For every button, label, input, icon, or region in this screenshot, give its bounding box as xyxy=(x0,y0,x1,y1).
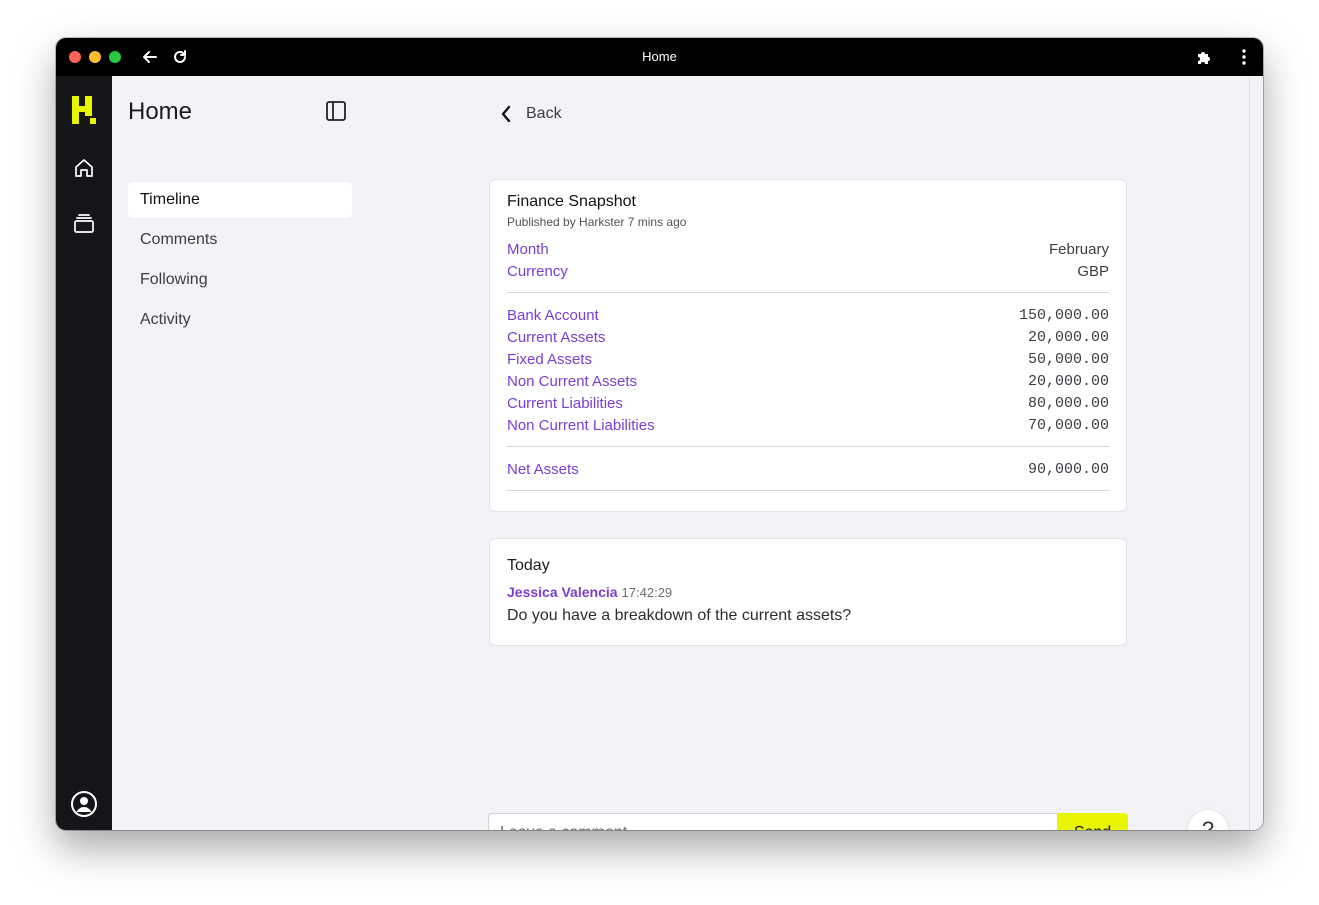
line-value: 20,000.00 xyxy=(1027,373,1109,390)
browser-titlebar: Home xyxy=(56,38,1263,76)
line-label: Non Current Assets xyxy=(507,373,638,390)
comment-author-name: Jessica Valencia xyxy=(507,584,618,600)
line-row-current-assets: Current Assets 20,000.00 xyxy=(507,329,1109,349)
comment-input[interactable] xyxy=(488,813,1058,830)
send-button[interactable]: Send xyxy=(1057,813,1128,830)
comment-composer: Send xyxy=(488,813,1128,830)
meta-row-month: Month February xyxy=(507,241,1109,261)
line-value: 70,000.00 xyxy=(1027,417,1109,434)
finance-snapshot-card: Finance Snapshot Published by Harkster 7… xyxy=(489,179,1127,512)
meta-value: GBP xyxy=(1077,263,1109,280)
line-row-current-liabilities: Current Liabilities 80,000.00 xyxy=(507,395,1109,415)
meta-value: February xyxy=(1048,241,1109,258)
line-value: 150,000.00 xyxy=(1018,307,1109,324)
line-label: Current Liabilities xyxy=(507,395,623,412)
sidebar-title: Home xyxy=(128,98,193,125)
sidebar-toggle-icon[interactable] xyxy=(325,100,347,122)
line-label: Fixed Assets xyxy=(507,351,593,368)
line-label: Non Current Liabilities xyxy=(507,417,655,434)
puzzle-icon[interactable] xyxy=(1194,47,1214,67)
scrollbar-track[interactable] xyxy=(1249,76,1250,830)
home-icon[interactable] xyxy=(72,156,96,180)
line-row-non-current-liabilities: Non Current Liabilities 70,000.00 xyxy=(507,417,1109,437)
meta-label: Currency xyxy=(507,263,568,280)
comments-day-heading: Today xyxy=(507,557,550,574)
help-button[interactable]: ? xyxy=(1188,810,1228,830)
comment-author[interactable]: Jessica Valencia 17:42:29 xyxy=(507,584,672,600)
app-window: Home Home Timeline Comments Following Ac… xyxy=(56,38,1263,830)
line-row-non-current-assets: Non Current Assets 20,000.00 xyxy=(507,373,1109,393)
window-title: Home xyxy=(642,49,677,64)
back-link[interactable]: Back xyxy=(500,102,562,126)
divider xyxy=(507,446,1109,447)
comments-card: Today Jessica Valencia 17:42:29 Do you ha… xyxy=(489,538,1127,646)
divider xyxy=(507,292,1109,293)
line-label: Current Assets xyxy=(507,329,606,346)
total-label: Net Assets xyxy=(507,461,579,478)
line-value: 50,000.00 xyxy=(1027,351,1109,368)
comment-text: Do you have a breakdown of the current a… xyxy=(507,607,852,624)
back-label: Back xyxy=(526,105,562,122)
comment-timestamp: 17:42:29 xyxy=(621,585,673,600)
line-value: 20,000.00 xyxy=(1027,329,1109,346)
card-title: Finance Snapshot xyxy=(507,193,636,210)
sidebar-item-following[interactable]: Following xyxy=(128,262,352,298)
line-row-bank-account: Bank Account 150,000.00 xyxy=(507,307,1109,327)
secondary-sidebar: Home Timeline Comments Following Activit… xyxy=(112,76,368,830)
card-subtitle: Published by Harkster 7 mins ago xyxy=(507,215,687,229)
line-value: 80,000.00 xyxy=(1027,395,1109,412)
total-value: 90,000.00 xyxy=(1027,461,1109,478)
sidebar-item-timeline[interactable]: Timeline xyxy=(128,182,352,218)
app-rail xyxy=(56,76,112,830)
kebab-menu-icon[interactable] xyxy=(1234,47,1254,67)
user-circle-icon[interactable] xyxy=(70,790,98,818)
total-row-net-assets: Net Assets 90,000.00 xyxy=(507,461,1109,481)
meta-label: Month xyxy=(507,241,549,258)
divider xyxy=(507,490,1109,491)
sidebar-item-comments[interactable]: Comments xyxy=(128,222,352,258)
harkster-logo[interactable] xyxy=(72,96,98,129)
stack-icon[interactable] xyxy=(72,212,96,236)
chevron-left-icon xyxy=(501,105,511,123)
main-content: Back Finance Snapshot Published by Harks… xyxy=(368,76,1263,830)
meta-row-currency: Currency GBP xyxy=(507,263,1109,283)
line-row-fixed-assets: Fixed Assets 50,000.00 xyxy=(507,351,1109,371)
sidebar-item-activity[interactable]: Activity xyxy=(128,302,352,338)
line-label: Bank Account xyxy=(507,307,599,324)
